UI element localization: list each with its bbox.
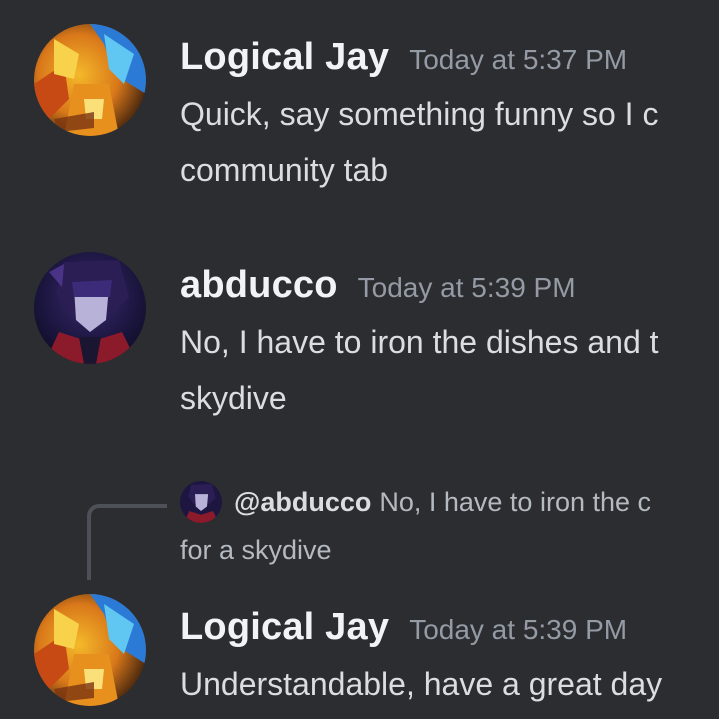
message-header: Logical Jay Today at 5:39 PM bbox=[180, 606, 627, 649]
username[interactable]: Logical Jay bbox=[180, 36, 389, 78]
anime-avatar-icon bbox=[34, 594, 146, 706]
message-text-line: Quick, say something funny so I c bbox=[180, 96, 659, 132]
message-header: Logical Jay Today at 5:37 PM bbox=[180, 36, 627, 79]
timestamp: Today at 5:39 PM bbox=[357, 272, 576, 303]
timestamp: Today at 5:37 PM bbox=[409, 44, 628, 75]
message-text-line: No, I have to iron the dishes and t bbox=[180, 324, 659, 360]
message-content: Understandable, have a great day bbox=[180, 656, 662, 712]
anime-avatar-icon bbox=[34, 252, 146, 364]
message-text-line: Understandable, have a great day bbox=[180, 666, 663, 702]
message-content: Quick, say something funny so I c commun… bbox=[180, 86, 658, 198]
avatar[interactable] bbox=[34, 252, 146, 364]
message-header: abducco Today at 5:39 PM bbox=[180, 264, 576, 307]
message-text-line: community tab bbox=[180, 152, 389, 188]
reply-text: No, I have to iron the c bbox=[379, 487, 652, 517]
message-text-line: skydive bbox=[180, 380, 287, 416]
avatar[interactable] bbox=[34, 594, 146, 706]
message-content: No, I have to iron the dishes and t skyd… bbox=[180, 314, 659, 426]
username[interactable]: abducco bbox=[180, 264, 338, 306]
username[interactable]: Logical Jay bbox=[180, 606, 389, 648]
reply-avatar[interactable] bbox=[180, 481, 222, 523]
reply-text: for a skydive bbox=[180, 535, 332, 565]
reply-preview[interactable]: @abducco No, I have to iron the c bbox=[234, 482, 651, 522]
chat-message-list: Logical Jay Today at 5:37 PM Quick, say s… bbox=[0, 0, 719, 719]
anime-avatar-icon bbox=[34, 24, 146, 136]
reply-mention[interactable]: @abducco bbox=[234, 487, 371, 517]
avatar[interactable] bbox=[34, 24, 146, 136]
reply-connector bbox=[87, 504, 167, 580]
anime-avatar-icon bbox=[180, 481, 222, 523]
timestamp: Today at 5:39 PM bbox=[409, 614, 628, 645]
